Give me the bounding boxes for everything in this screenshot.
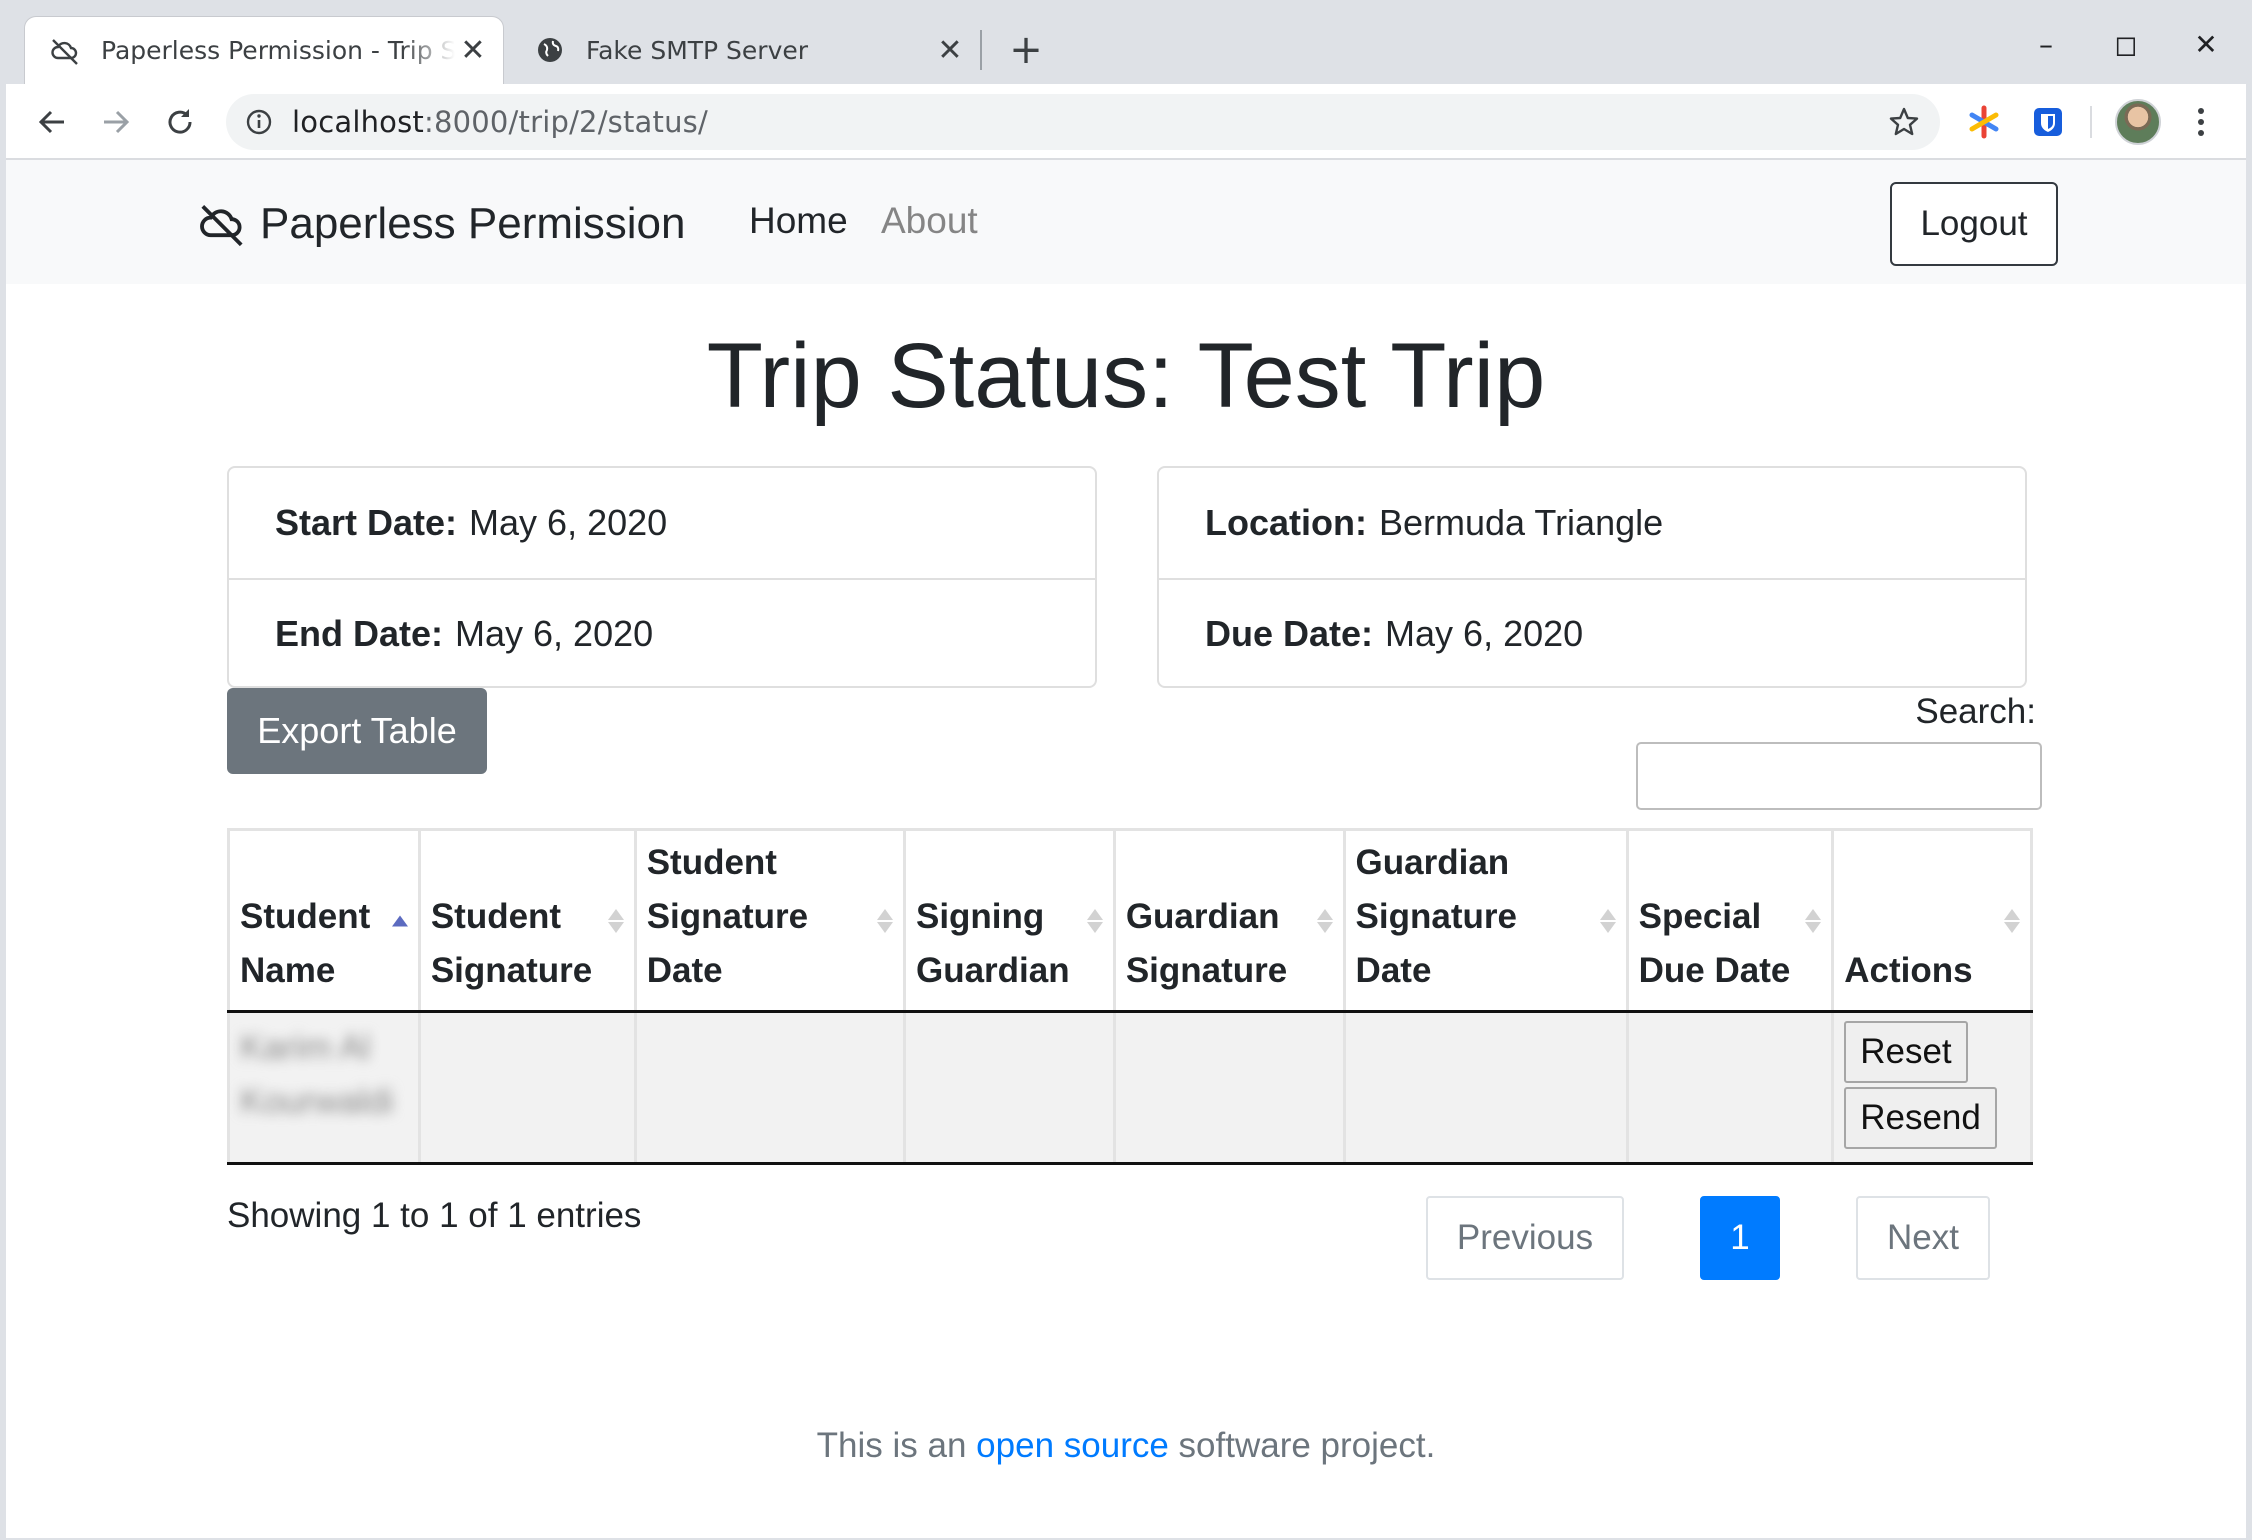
browser-tabstrip: Paperless Permission - Trip Status ✕ Fak… bbox=[0, 0, 2252, 84]
globe-icon bbox=[532, 32, 568, 68]
sort-icon bbox=[1805, 908, 1822, 933]
column-header-student-signature[interactable]: Student Signature bbox=[417, 828, 637, 1013]
sort-ascending-icon bbox=[391, 915, 408, 926]
search-label: Search: bbox=[1915, 692, 2036, 731]
close-window-button[interactable]: ✕ bbox=[2176, 22, 2236, 66]
table-row: Karim Al Kourwaldi Reset Resend bbox=[227, 1011, 2033, 1165]
forward-button[interactable] bbox=[90, 96, 142, 148]
column-header-special-due-date[interactable]: Special Due Date bbox=[1625, 828, 1835, 1013]
site-info-icon[interactable] bbox=[244, 107, 274, 137]
column-header-student-name[interactable]: Student Name bbox=[227, 828, 421, 1013]
student-name-cell: Karim Al Kourwaldi bbox=[227, 1011, 421, 1165]
tab-separator bbox=[980, 30, 982, 70]
signing-guardian-cell bbox=[902, 1011, 1116, 1165]
logout-button[interactable]: Logout bbox=[1890, 182, 2058, 266]
browser-menu-icon[interactable] bbox=[2186, 100, 2216, 144]
due-date-row: Due Date: May 6, 2020 bbox=[1159, 578, 2025, 688]
crossed-cloud-icon bbox=[47, 33, 83, 69]
export-table-button[interactable]: Export Table bbox=[227, 688, 487, 774]
trip-location-card: Location: Bermuda Triangle Due Date: May 6… bbox=[1157, 466, 2027, 688]
start-date-row: Start Date: May 6, 2020 bbox=[275, 502, 668, 543]
open-source-link[interactable]: open source bbox=[976, 1426, 1169, 1465]
student-signature-date-cell bbox=[633, 1011, 906, 1165]
profile-avatar[interactable] bbox=[2115, 99, 2161, 145]
sort-icon bbox=[1599, 908, 1616, 933]
student-signature-cell bbox=[417, 1011, 637, 1165]
nav-about-link[interactable]: About bbox=[881, 200, 978, 242]
column-header-actions[interactable]: Actions bbox=[1831, 828, 2033, 1013]
brand-name: Paperless Permission bbox=[260, 199, 686, 248]
guardian-signature-date-cell bbox=[1342, 1011, 1629, 1165]
next-page-button[interactable]: Next bbox=[1856, 1196, 1990, 1280]
location-row: Location: Bermuda Triangle bbox=[1205, 502, 1664, 543]
end-date-row: End Date: May 6, 2020 bbox=[229, 578, 1095, 688]
tab-title: Paperless Permission - Trip Status bbox=[101, 36, 455, 65]
toolbar-separator bbox=[2090, 106, 2092, 138]
reload-icon bbox=[168, 109, 192, 134]
page-viewport: Paperless Permission Home About Logout T… bbox=[6, 160, 2246, 1538]
sort-icon bbox=[2004, 908, 2020, 933]
trip-dates-card: Start Date: May 6, 2020 End Date: May 6, 2… bbox=[227, 466, 1097, 688]
maximize-button[interactable]: ◻ bbox=[2096, 22, 2156, 66]
table-info: Showing 1 to 1 of 1 entries bbox=[227, 1196, 642, 1235]
new-tab-button[interactable]: + bbox=[1006, 27, 1046, 73]
reload-button[interactable] bbox=[154, 96, 206, 148]
back-button[interactable] bbox=[26, 96, 78, 148]
column-header-signing-guardian[interactable]: Signing Guardian bbox=[902, 828, 1116, 1013]
window-frame bbox=[2246, 84, 2252, 1540]
address-bar[interactable]: localhost:8000/trip/2/status/ bbox=[226, 94, 1940, 150]
bookmark-star-icon[interactable] bbox=[1882, 100, 1926, 144]
site-navbar: Paperless Permission Home About Logout bbox=[6, 160, 2246, 284]
browser-toolbar: localhost:8000/trip/2/status/ bbox=[0, 84, 2252, 160]
crossed-cloud-icon bbox=[196, 198, 248, 250]
browser-tab[interactable]: Fake SMTP Server ✕ bbox=[510, 16, 980, 84]
actions-cell: Reset Resend bbox=[1831, 1011, 2033, 1165]
special-due-date-cell bbox=[1625, 1011, 1835, 1165]
forward-arrow-icon bbox=[104, 110, 130, 134]
tab-title: Fake SMTP Server bbox=[586, 35, 809, 65]
previous-page-button[interactable]: Previous bbox=[1426, 1196, 1624, 1280]
sort-icon bbox=[1086, 908, 1103, 933]
search-input[interactable] bbox=[1636, 742, 2042, 810]
sort-icon bbox=[607, 908, 624, 933]
browser-tab-active[interactable]: Paperless Permission - Trip Status ✕ bbox=[24, 16, 504, 84]
student-name-text: Karim Al Kourwaldi bbox=[240, 1028, 394, 1121]
resend-button[interactable]: Resend bbox=[1844, 1087, 1997, 1149]
back-arrow-icon bbox=[38, 110, 64, 134]
sort-icon bbox=[876, 908, 893, 933]
page-title: Trip Status: Test Trip bbox=[706, 325, 1546, 427]
sort-icon bbox=[1316, 908, 1333, 933]
bitwarden-shield-icon[interactable] bbox=[2024, 98, 2072, 146]
minimize-button[interactable]: – bbox=[2016, 22, 2076, 66]
page-1-button[interactable]: 1 bbox=[1700, 1196, 1780, 1280]
extension-asterisk-icon[interactable] bbox=[1960, 98, 2008, 146]
column-header-guardian-signature-date[interactable]: Guardian Signature Date bbox=[1342, 828, 1629, 1013]
column-header-guardian-signature[interactable]: Guardian Signature bbox=[1112, 828, 1346, 1013]
brand-link[interactable]: Paperless Permission bbox=[196, 198, 686, 250]
student-status-table: Student Name Student Signature Student S… bbox=[227, 828, 2033, 1165]
guardian-signature-cell bbox=[1112, 1011, 1346, 1165]
reset-button[interactable]: Reset bbox=[1844, 1021, 1968, 1083]
close-tab-icon[interactable]: ✕ bbox=[455, 33, 491, 69]
nav-home-link[interactable]: Home bbox=[749, 200, 848, 242]
page-footer: This is an open source software project. bbox=[816, 1426, 1436, 1465]
close-tab-icon[interactable]: ✕ bbox=[932, 32, 968, 68]
column-header-student-signature-date[interactable]: Student Signature Date bbox=[633, 828, 906, 1013]
url-text: localhost:8000/trip/2/status/ bbox=[292, 105, 708, 139]
